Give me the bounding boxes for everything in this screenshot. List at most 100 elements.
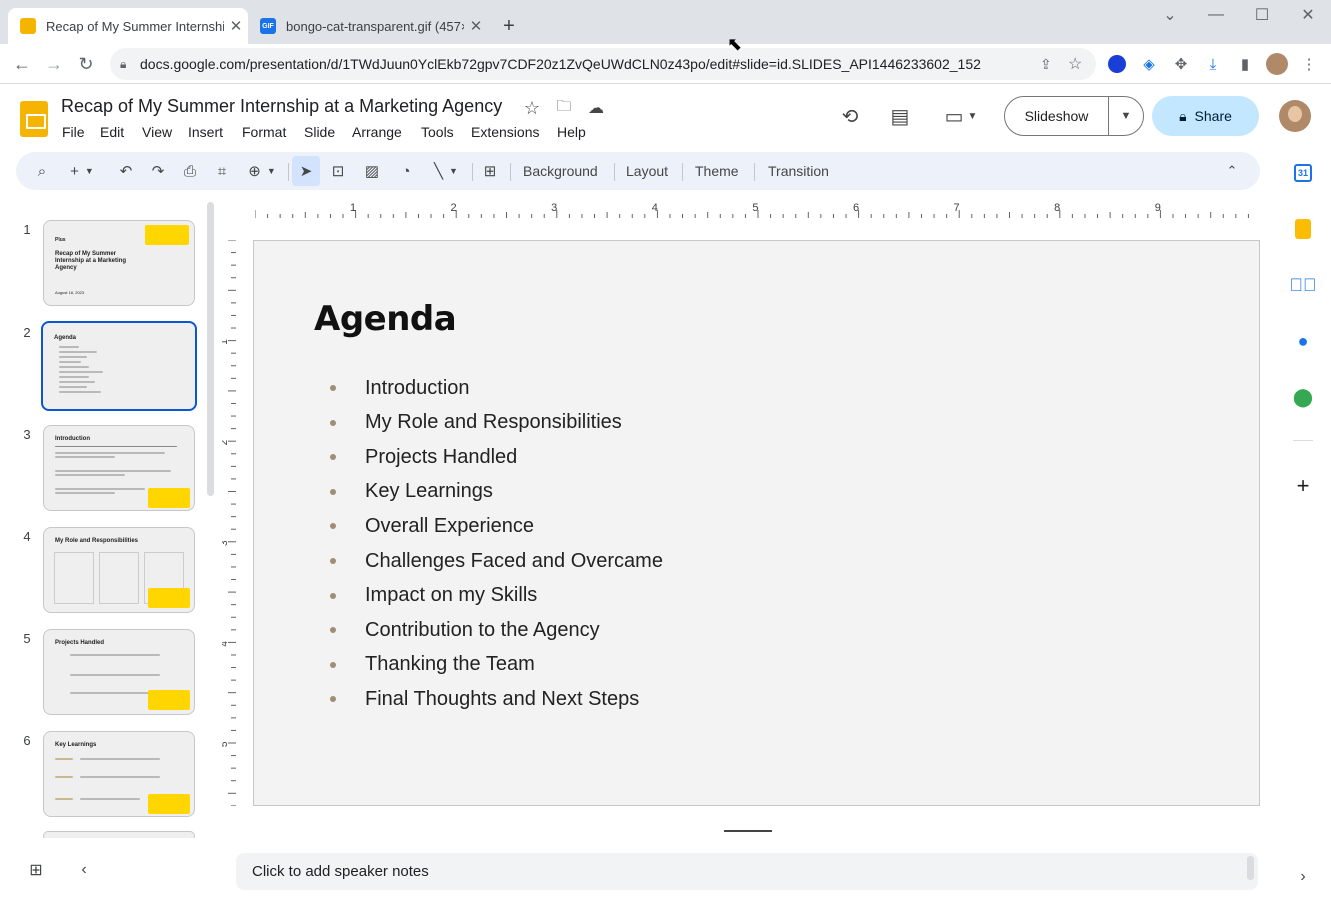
reload-icon[interactable]: ↻ xyxy=(70,44,102,84)
menu-file[interactable]: File xyxy=(62,124,85,140)
collapse-filmstrip-chevron-icon[interactable]: ‹ xyxy=(74,860,94,880)
layout-button[interactable]: Layout xyxy=(626,156,668,186)
document-title[interactable]: Recap of My Summer Internship at a Marke… xyxy=(61,96,502,117)
new-tab-button[interactable]: + xyxy=(497,12,521,40)
slideshow-dropdown-chevron-icon[interactable]: ▼ xyxy=(1109,97,1143,135)
print-icon[interactable]: ⎙ xyxy=(176,156,204,186)
add-addon-plus-icon[interactable]: + xyxy=(1290,473,1316,499)
slide-thumbnail-1[interactable]: Plus Recap of My Summer Internship at a … xyxy=(43,220,195,306)
select-cursor-icon[interactable]: ➤ xyxy=(292,156,320,186)
slide-thumbnail-5[interactable]: Projects Handled xyxy=(43,629,195,715)
star-icon[interactable]: ☆ xyxy=(516,92,548,124)
agenda-item[interactable]: Key Learnings xyxy=(330,479,493,505)
tab-bongo-cat-gif[interactable]: GIF bongo-cat-transparent.gif (457× ✕ xyxy=(248,8,488,44)
slide-number: 2 xyxy=(23,325,31,340)
share-button[interactable]: 🔒︎ Share xyxy=(1152,96,1259,136)
slides-logo[interactable] xyxy=(20,101,48,137)
slide-thumbnail-4[interactable]: My Role and Responsibilities xyxy=(43,527,195,613)
line-icon[interactable]: ╲ ▼ xyxy=(426,156,466,186)
back-arrow-icon[interactable]: ← xyxy=(6,44,38,84)
slide-thumbnail-3[interactable]: Introduction xyxy=(43,425,195,511)
sticky-note xyxy=(148,588,190,608)
notes-resize-handle[interactable] xyxy=(724,830,772,832)
menu-arrange[interactable]: Arrange xyxy=(352,124,402,140)
grid-view-icon[interactable]: ⊞ xyxy=(26,860,46,880)
agenda-item[interactable]: Challenges Faced and Overcame xyxy=(330,548,663,574)
agenda-item[interactable]: My Role and Responsibilities xyxy=(330,410,622,436)
extensions-puzzle-icon[interactable]: ✥ xyxy=(1169,52,1193,76)
collapse-toolbar-chevron-icon[interactable]: ⌃ xyxy=(1218,156,1246,186)
speaker-notes-field[interactable]: Click to add speaker notes xyxy=(236,853,1258,890)
keep-icon[interactable] xyxy=(1290,216,1316,242)
version-history-icon[interactable]: ⟲ xyxy=(834,100,866,132)
agenda-item[interactable]: Contribution to the Agency xyxy=(330,617,600,643)
transition-button[interactable]: Transition xyxy=(768,156,829,186)
menu-help[interactable]: Help xyxy=(557,124,586,140)
slideshow-button[interactable]: Slideshow xyxy=(1005,97,1109,135)
tasks-icon[interactable]: ✓⃝ xyxy=(1290,272,1317,298)
tab-search-chevron-icon[interactable]: ⌄ xyxy=(1147,0,1193,30)
move-folder-icon[interactable]: 🗀︎ xyxy=(548,92,580,124)
menu-view[interactable]: View xyxy=(142,124,172,140)
background-button[interactable]: Background xyxy=(523,156,598,186)
search-menus-icon[interactable]: ⌕ xyxy=(28,156,56,186)
menu-insert[interactable]: Insert xyxy=(188,124,223,140)
maximize-icon[interactable]: ☐ xyxy=(1239,0,1285,30)
expand-side-panel-chevron-icon[interactable]: › xyxy=(1290,864,1316,890)
profile-avatar[interactable] xyxy=(1265,52,1289,76)
paint-format-icon[interactable]: ⌗ xyxy=(208,156,236,186)
menu-slide[interactable]: Slide xyxy=(304,124,335,140)
menu-extensions[interactable]: Extensions xyxy=(471,124,539,140)
slide-thumbnail-6[interactable]: Key Learnings xyxy=(43,731,195,817)
maps-icon[interactable]: ⬤ xyxy=(1290,384,1316,410)
minimize-icon[interactable]: — xyxy=(1193,0,1239,30)
contacts-icon[interactable]: ● xyxy=(1290,328,1316,354)
comments-icon[interactable]: ▤ xyxy=(884,100,916,132)
forward-arrow-icon[interactable]: → xyxy=(38,44,70,84)
add-comment-icon[interactable]: ⊞ xyxy=(476,156,504,186)
undo-icon[interactable]: ↶ xyxy=(112,156,140,186)
cloud-saved-icon[interactable]: ☁︎ xyxy=(580,92,612,124)
agenda-item-text: Key Learnings xyxy=(365,480,493,503)
agenda-item[interactable]: Thanking the Team xyxy=(330,652,535,678)
agenda-item[interactable]: Final Thoughts and Next Steps xyxy=(330,686,639,712)
download-icon[interactable]: ⤓ xyxy=(1201,52,1225,76)
meet-camera-icon[interactable]: ▭ ▼ xyxy=(938,100,984,132)
url-omnibox[interactable]: 🔒︎ docs.google.com/presentation/d/1TWdJu… xyxy=(110,48,1096,80)
menu-tools[interactable]: Tools xyxy=(421,124,454,140)
extension-tag-icon[interactable]: ◈ xyxy=(1137,52,1161,76)
agenda-item[interactable]: Impact on my Skills xyxy=(330,583,537,609)
zoom-icon[interactable]: ⊕ ▼ xyxy=(242,156,282,186)
agenda-item[interactable]: Projects Handled xyxy=(330,444,517,470)
close-icon[interactable]: ✕ xyxy=(464,17,488,35)
bullet-dot xyxy=(330,558,336,564)
shape-icon[interactable]: ◔ xyxy=(392,156,420,186)
bullet-dot xyxy=(330,696,336,703)
agenda-item[interactable]: Introduction xyxy=(330,375,470,401)
redo-icon[interactable]: ↷ xyxy=(144,156,172,186)
calendar-icon[interactable]: 31 xyxy=(1290,160,1316,186)
insert-image-icon[interactable]: ▨ xyxy=(358,156,386,186)
menu-edit[interactable]: Edit xyxy=(100,124,124,140)
agenda-item[interactable]: Overall Experience xyxy=(330,513,534,539)
slide-thumbnail-2[interactable]: Agenda xyxy=(41,321,197,411)
new-slide-plus-icon[interactable]: + ▼ xyxy=(62,156,102,186)
notes-scrollbar[interactable] xyxy=(1247,856,1254,880)
theme-button[interactable]: Theme xyxy=(695,156,739,186)
account-avatar[interactable] xyxy=(1279,100,1311,132)
sticky-note xyxy=(148,690,190,710)
browser-menu-icon[interactable]: ⋮ xyxy=(1297,52,1321,76)
text-box-icon[interactable]: ⊡ xyxy=(324,156,352,186)
filmstrip-scrollbar[interactable] xyxy=(207,202,214,496)
bookmark-star-icon[interactable]: ☆ xyxy=(1068,54,1096,74)
vertical-ruler[interactable]: 1 2 3 4 5 xyxy=(222,240,236,806)
slide-title[interactable]: Agenda xyxy=(314,299,457,339)
extension-blue-icon[interactable] xyxy=(1105,52,1129,76)
close-icon[interactable]: ✕ xyxy=(224,17,248,35)
side-panel-icon[interactable]: ▮ xyxy=(1233,52,1257,76)
horizontal-ruler[interactable]: 1 2 3 4 5 6 7 8 9 xyxy=(255,200,1258,220)
window-close-icon[interactable]: ✕ xyxy=(1285,0,1331,30)
share-page-icon[interactable]: ⇪ xyxy=(1040,56,1068,73)
menu-format[interactable]: Format xyxy=(242,124,286,140)
tab-recap-presentation[interactable]: Recap of My Summer Internship ✕ xyxy=(8,8,248,44)
